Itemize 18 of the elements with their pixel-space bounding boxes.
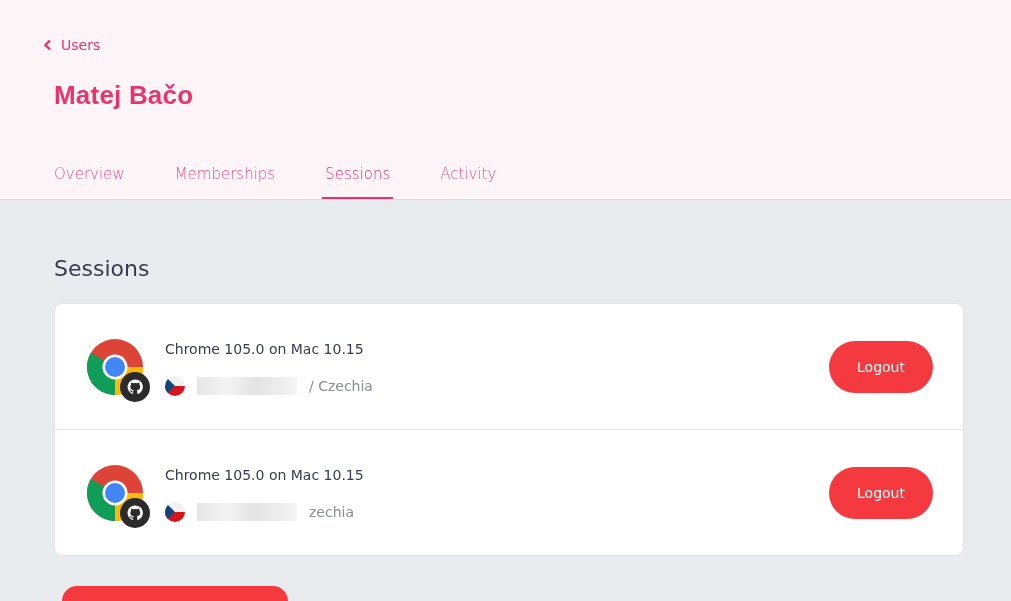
device-name: Chrome 105.0 on Mac 10.15 (165, 341, 365, 357)
chevron-left-icon (43, 39, 52, 51)
tab[interactable]: Activity (440, 165, 497, 199)
location-text: / Czechia (309, 378, 373, 394)
device-name: Chrome 105.0 on Mac 10.15 (165, 467, 365, 483)
tab[interactable]: Overview (54, 165, 125, 199)
logout-button[interactable]: Logout (829, 466, 933, 519)
logout-button[interactable]: Logout (829, 340, 933, 393)
github-icon (120, 371, 150, 402)
github-icon (120, 497, 150, 528)
flag-icon (165, 376, 185, 396)
tab[interactable]: Sessions (322, 165, 394, 199)
flag-icon (165, 502, 185, 522)
page-title: Matej Bačo (54, 80, 195, 111)
tab[interactable]: Memberships (174, 165, 276, 199)
back-link[interactable]: Users (43, 37, 101, 53)
section-title: Sessions (54, 256, 151, 281)
location-text: zechia (309, 504, 354, 520)
